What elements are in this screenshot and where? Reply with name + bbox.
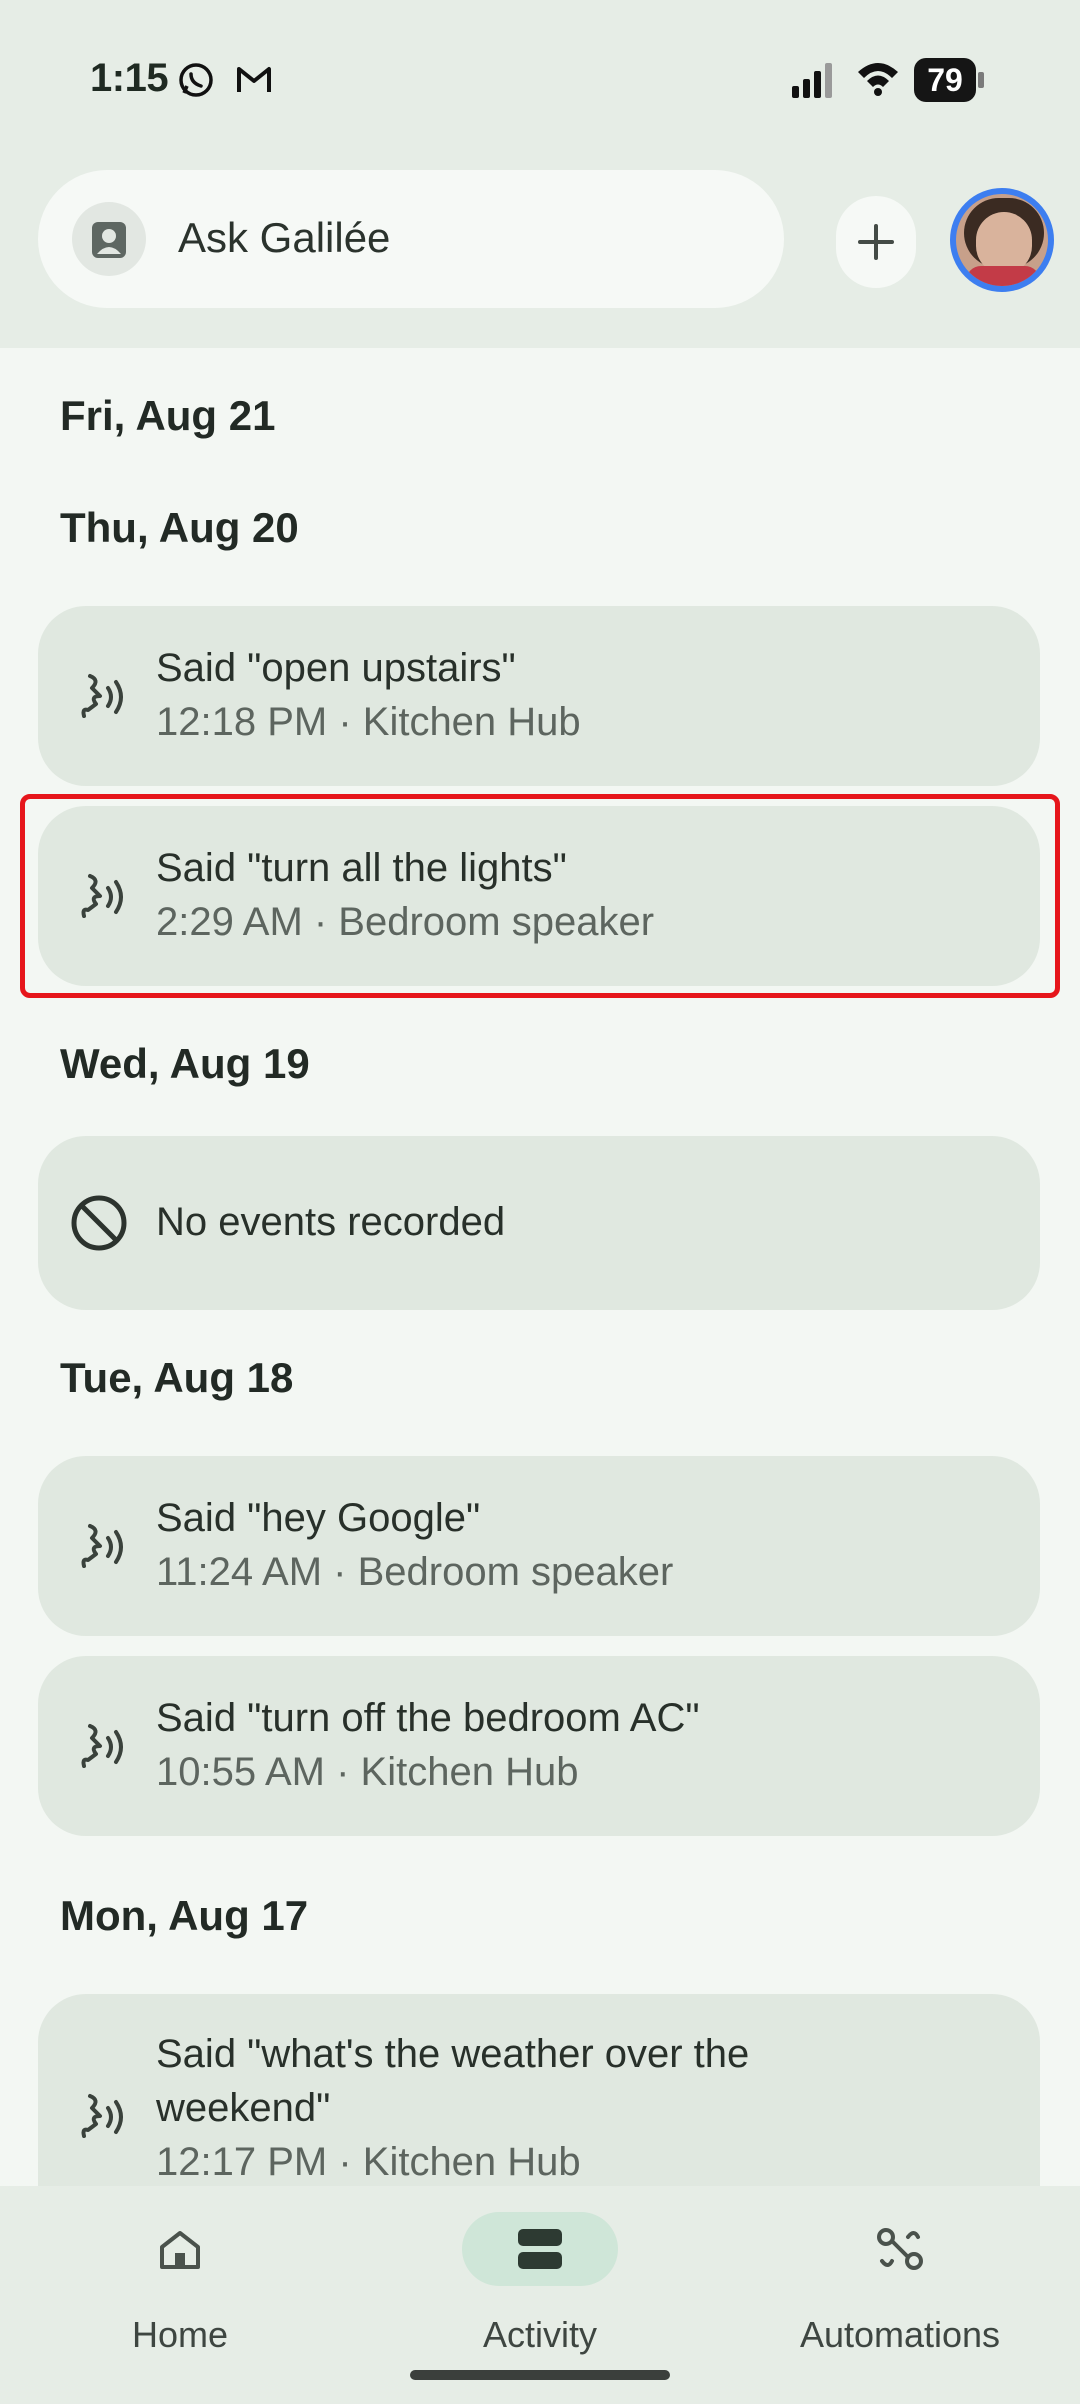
event-title-line-1: Said "what's the weather over the [156,2032,750,2076]
nav-automations[interactable]: Automations [750,2206,1050,2356]
plus-icon [858,224,894,260]
nav-home[interactable]: Home [30,2206,330,2356]
event-subtitle: 12:17 PM · Kitchen Hub [156,2140,581,2184]
status-time: 1:15 [90,56,169,100]
date-heading: Fri, Aug 21 [60,392,276,439]
battery-icon: 79 [914,58,984,102]
voice-command-icon [81,2094,123,2138]
search-label: Ask Galilée [178,214,391,261]
event-card[interactable]: Said "turn off the bedroom AC" 10:55 AM … [38,1656,1040,1836]
event-title: Said "turn off the bedroom AC" [156,1696,700,1740]
empty-event-card: No events recorded [38,1136,1040,1310]
event-card[interactable]: Said "hey Google" 11:24 AM · Bedroom spe… [38,1456,1040,1636]
avatar[interactable] [950,188,1054,292]
date-heading: Tue, Aug 18 [60,1354,294,1401]
nav-label: Home [131,2314,229,2355]
date-heading: Thu, Aug 20 [60,504,299,551]
automations-icon [822,2212,978,2286]
assistant-icon [72,202,146,276]
nav-label: Automations [799,2314,1001,2355]
ask-search-bar[interactable]: Ask Galilée [38,170,784,308]
selection-highlight [20,794,1060,998]
event-subtitle: 11:24 AM · Bedroom speaker [156,1550,674,1594]
home-icon [102,2212,258,2286]
event-subtitle: 12:18 PM · Kitchen Hub [156,700,581,744]
add-button[interactable] [836,196,916,288]
voice-command-icon [81,1524,123,1568]
wifi-icon [858,63,898,96]
voice-command-icon [81,674,123,718]
no-events-icon [71,1195,127,1251]
date-heading: Mon, Aug 17 [60,1892,309,1939]
event-title-line-2: weekend" [156,2086,331,2130]
gesture-home-bar[interactable] [410,2370,670,2380]
voice-command-icon [81,1724,123,1768]
date-heading: Wed, Aug 19 [60,1040,310,1087]
event-subtitle: 10:55 AM · Kitchen Hub [156,1750,579,1794]
signal-icon [792,63,832,98]
event-title: Said "hey Google" [156,1496,481,1540]
activity-icon [462,2212,618,2286]
event-card[interactable]: Said "open upstairs" 12:18 PM · Kitchen … [38,606,1040,786]
battery-level: 79 [914,58,976,102]
whatsapp-icon [179,63,213,97]
gmail-icon [237,67,271,92]
nav-activity[interactable]: Activity [390,2206,690,2356]
event-title: No events recorded [156,1200,506,1244]
nav-label: Activity [482,2314,597,2355]
event-title: Said "open upstairs" [156,646,516,690]
